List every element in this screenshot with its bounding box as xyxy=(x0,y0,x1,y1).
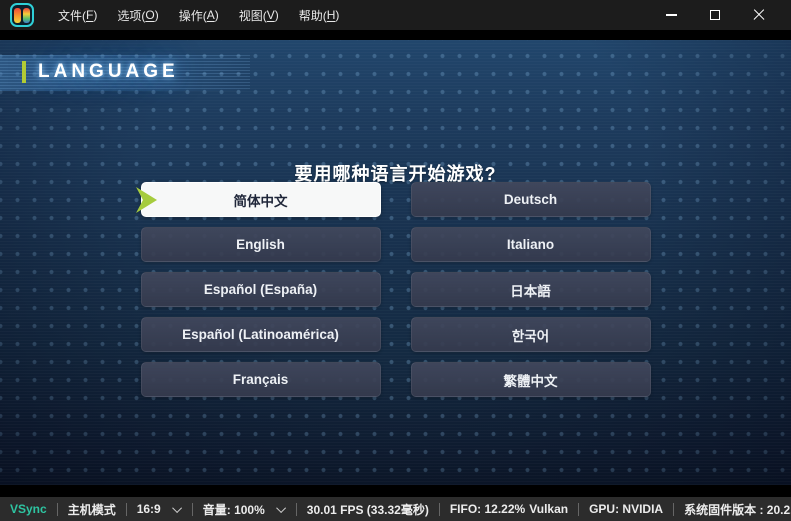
joycon-left-shape xyxy=(14,8,21,23)
language-button-spanish-latam[interactable]: Español (Latinoamérica) xyxy=(141,317,381,352)
console-mode-toggle[interactable]: 主机模式 xyxy=(66,501,118,518)
screen-header: LANGUAGE xyxy=(22,61,179,83)
graphics-backend-label: Vulkan xyxy=(527,502,570,516)
page-title: LANGUAGE xyxy=(38,61,179,83)
game-render-surface: LANGUAGE 要用哪种语言开始游戏? 简体中文 English Españo… xyxy=(0,40,791,485)
menu-help[interactable]: 帮助(H) xyxy=(289,4,350,26)
emulator-viewport: LANGUAGE 要用哪种语言开始游戏? 简体中文 English Españo… xyxy=(0,40,791,507)
divider xyxy=(126,503,127,516)
maximize-icon xyxy=(710,10,720,20)
minimize-button[interactable] xyxy=(649,0,693,30)
language-button-german[interactable]: Deutsch xyxy=(411,182,651,217)
language-button-english[interactable]: English xyxy=(141,227,381,262)
menu-bar: 文件(F) 选项(O) 操作(A) 视图(V) 帮助(H) xyxy=(48,0,349,30)
joycon-right-shape xyxy=(23,8,30,23)
maximize-button[interactable] xyxy=(693,0,737,30)
menu-file[interactable]: 文件(F) xyxy=(48,4,107,26)
divider xyxy=(578,503,579,516)
window-controls xyxy=(649,0,781,30)
vsync-toggle[interactable]: VSync xyxy=(8,502,49,516)
menu-options[interactable]: 选项(O) xyxy=(107,4,168,26)
language-button-italian[interactable]: Italiano xyxy=(411,227,651,262)
language-button-french[interactable]: Français xyxy=(141,362,381,397)
divider xyxy=(296,503,297,516)
divider xyxy=(673,503,674,516)
volume-dropdown[interactable]: 音量: 100% xyxy=(201,501,288,518)
language-grid: 简体中文 English Español (España) Español (L… xyxy=(141,182,651,397)
fps-counter: 30.01 FPS (33.32毫秒) xyxy=(305,501,431,518)
language-button-spanish-spain[interactable]: Español (España) xyxy=(141,272,381,307)
divider xyxy=(57,503,58,516)
ryujinx-logo-icon xyxy=(10,3,34,27)
selection-arrow-icon xyxy=(135,186,159,214)
firmware-version-label: 系统固件版本 : 20.2.0 xyxy=(682,501,791,518)
title-accent-bar xyxy=(22,61,26,83)
aspect-ratio-dropdown[interactable]: 16:9 xyxy=(135,502,184,516)
menu-view[interactable]: 视图(V) xyxy=(229,4,289,26)
status-bar-right: Vulkan GPU: NVIDIA 系统固件版本 : 20.2.0 xyxy=(527,501,791,518)
language-button-traditional-chinese[interactable]: 繁體中文 xyxy=(411,362,651,397)
status-bar: VSync 主机模式 16:9 音量: 100% 30.01 FPS (33.3… xyxy=(0,497,791,521)
minimize-icon xyxy=(666,14,677,16)
language-button-japanese[interactable]: 日本語 xyxy=(411,272,651,307)
ryujinx-window: 文件(F) 选项(O) 操作(A) 视图(V) 帮助(H) LANGUAGE 要… xyxy=(0,0,791,521)
title-bar: 文件(F) 选项(O) 操作(A) 视图(V) 帮助(H) xyxy=(0,0,791,30)
menu-actions[interactable]: 操作(A) xyxy=(169,4,229,26)
divider xyxy=(439,503,440,516)
close-button[interactable] xyxy=(737,0,781,30)
divider xyxy=(192,503,193,516)
language-button-simplified-chinese[interactable]: 简体中文 xyxy=(141,182,381,217)
chevron-down-icon xyxy=(172,503,182,513)
chevron-down-icon xyxy=(276,503,286,513)
gpu-label: GPU: NVIDIA xyxy=(587,502,665,516)
close-icon xyxy=(753,9,765,21)
language-button-korean[interactable]: 한국어 xyxy=(411,317,651,352)
fifo-counter: FIFO: 12.22% xyxy=(448,502,527,516)
